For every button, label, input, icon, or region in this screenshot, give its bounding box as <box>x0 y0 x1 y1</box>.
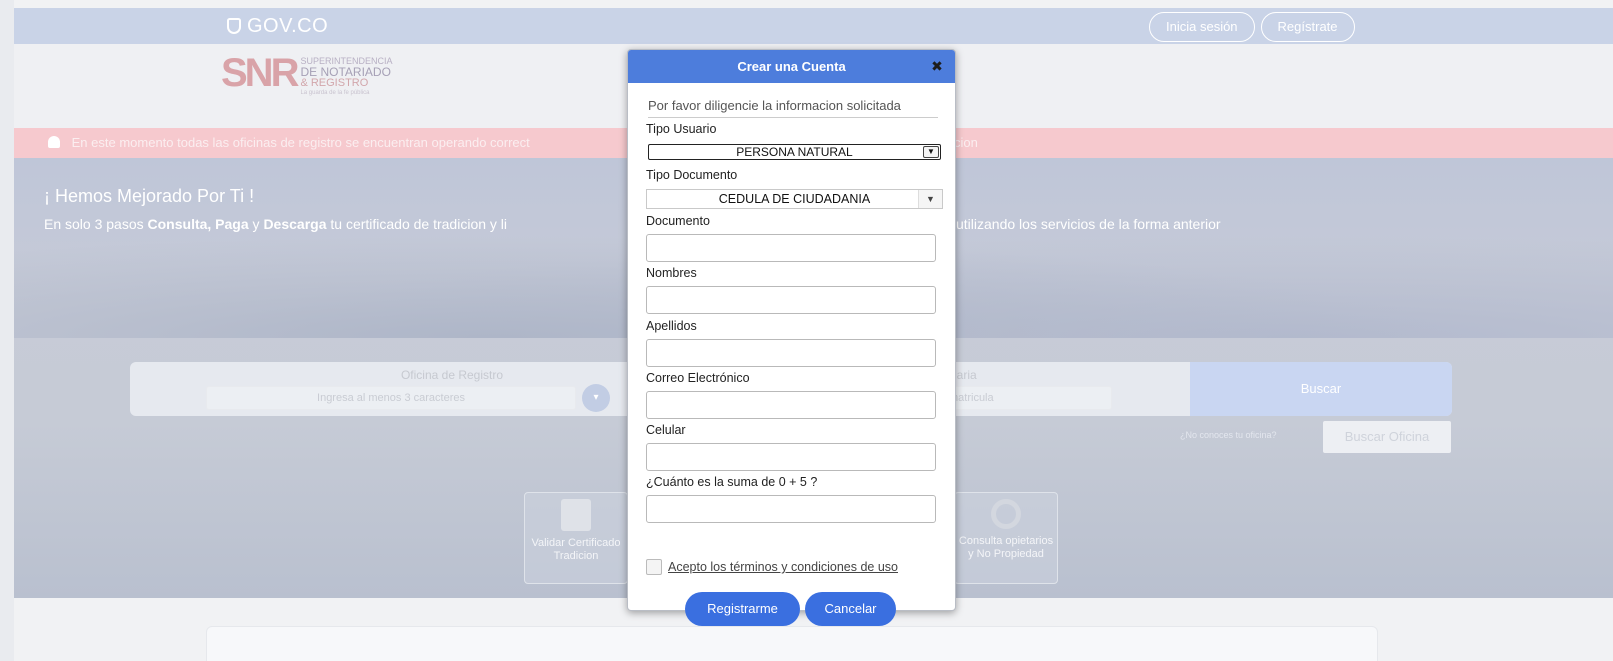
hero-sub-prefix: En solo 3 pasos <box>44 216 148 232</box>
nombres-label: Nombres <box>646 266 697 280</box>
tipo-usuario-value: PERSONA NATURAL <box>736 145 853 159</box>
terms-row: Acepto los términos y condiciones de uso <box>646 559 898 575</box>
snr-logo[interactable]: SNR SUPERINTENDENCIA DE NOTARIADO & REGI… <box>221 52 392 98</box>
close-icon[interactable]: ✖ <box>929 58 945 74</box>
office-search-input[interactable]: Ingresa al menos 3 caracteres <box>206 386 576 410</box>
register-link-button[interactable]: Regístrate <box>1260 12 1355 42</box>
find-office-button[interactable]: Buscar Oficina <box>1323 421 1451 453</box>
captcha-label: ¿Cuánto es la suma de 0 + 5 ? <box>646 475 818 489</box>
hero-subtitle-right: utilizando los servicios de la forma ant… <box>956 216 1221 232</box>
snr-line3: & REGISTRO <box>300 77 369 89</box>
tipo-documento-label: Tipo Documento <box>646 168 738 182</box>
gov-logo[interactable]: GOV.CO <box>227 8 328 44</box>
magnifier-icon <box>991 499 1021 529</box>
gov-logo-text: GOV.CO <box>247 14 329 37</box>
tipo-usuario-label: Tipo Usuario <box>646 122 717 136</box>
login-button[interactable]: Inicia sesión <box>1149 12 1255 42</box>
modal-title: Crear una Cuenta <box>737 59 846 74</box>
modal-header: Crear una Cuenta ✖ <box>628 50 955 83</box>
tile-label: Consulta opietarios y No Propiedad <box>958 535 1054 560</box>
chevron-down-icon[interactable]: ▾ <box>582 384 610 412</box>
tile-owner-lookup[interactable]: Consulta opietarios y No Propiedad <box>954 492 1058 584</box>
documento-input[interactable] <box>646 234 936 262</box>
tile-label: Validar Certificado Tradicion <box>531 537 621 562</box>
chevron-down-icon: ▼ <box>923 146 939 158</box>
shield-icon <box>227 18 241 34</box>
hero-sub-mid: y <box>248 216 264 232</box>
search-button[interactable]: Buscar <box>1190 362 1452 416</box>
gov-bar: GOV.CO Inicia sesión Regístrate <box>14 8 1613 44</box>
hero-sub-suffix: tu certificado de tradicion y li <box>326 216 508 232</box>
modal-intro: Por favor diligencie la informacion soli… <box>648 98 938 118</box>
documento-label: Documento <box>646 214 710 228</box>
snr-logo-text: SUPERINTENDENCIA DE NOTARIADO & REGISTRO… <box>300 52 392 98</box>
correo-label: Correo Electrónico <box>646 371 750 385</box>
alert-text: En este momento todas las oficinas de re… <box>71 135 530 150</box>
chevron-down-icon: ▼ <box>918 190 942 208</box>
celular-label: Celular <box>646 423 686 437</box>
apellidos-input[interactable] <box>646 339 936 367</box>
correo-input[interactable] <box>646 391 936 419</box>
tile-validate-certificate[interactable]: Validar Certificado Tradicion <box>524 492 628 584</box>
celular-input[interactable] <box>646 443 936 471</box>
create-account-modal: Crear una Cuenta ✖ Por favor diligencie … <box>627 49 956 626</box>
hero-subtitle: En solo 3 pasos Consulta, Paga y Descarg… <box>44 216 507 232</box>
bell-icon <box>48 136 60 148</box>
unknown-office-text: ¿No conoces tu oficina? <box>1180 430 1277 440</box>
cancel-button[interactable]: Cancelar <box>805 592 896 626</box>
snr-line4: La guarda de la fe pública <box>300 90 370 96</box>
certificate-icon <box>561 499 591 531</box>
office-label: Oficina de Registro <box>400 368 504 382</box>
register-button[interactable]: Registrarme <box>685 592 800 626</box>
tipo-usuario-select[interactable]: PERSONA NATURAL ▼ <box>648 144 941 160</box>
terms-link[interactable]: Acepto los términos y condiciones de uso <box>668 560 898 574</box>
hero-sub-bold2: Descarga <box>263 216 327 232</box>
hero-title: ¡ Hemos Mejorado Por Ti ! <box>44 186 255 206</box>
captcha-input[interactable] <box>646 495 936 523</box>
tipo-documento-value: CEDULA DE CIUDADANIA <box>718 192 871 206</box>
alert-text-tail: cion <box>954 135 978 150</box>
matricula-input[interactable]: matricula <box>942 386 1112 410</box>
auth-buttons: Inicia sesión Regístrate <box>1149 12 1355 42</box>
snr-logo-mark: SNR <box>221 51 299 95</box>
nombres-input[interactable] <box>646 286 936 314</box>
terms-checkbox[interactable] <box>646 559 662 575</box>
apellidos-label: Apellidos <box>646 319 697 333</box>
footer-card <box>206 626 1378 661</box>
hero-sub-bold1: Consulta, Paga <box>147 216 249 232</box>
tipo-documento-select[interactable]: CEDULA DE CIUDADANIA ▼ <box>646 189 943 209</box>
